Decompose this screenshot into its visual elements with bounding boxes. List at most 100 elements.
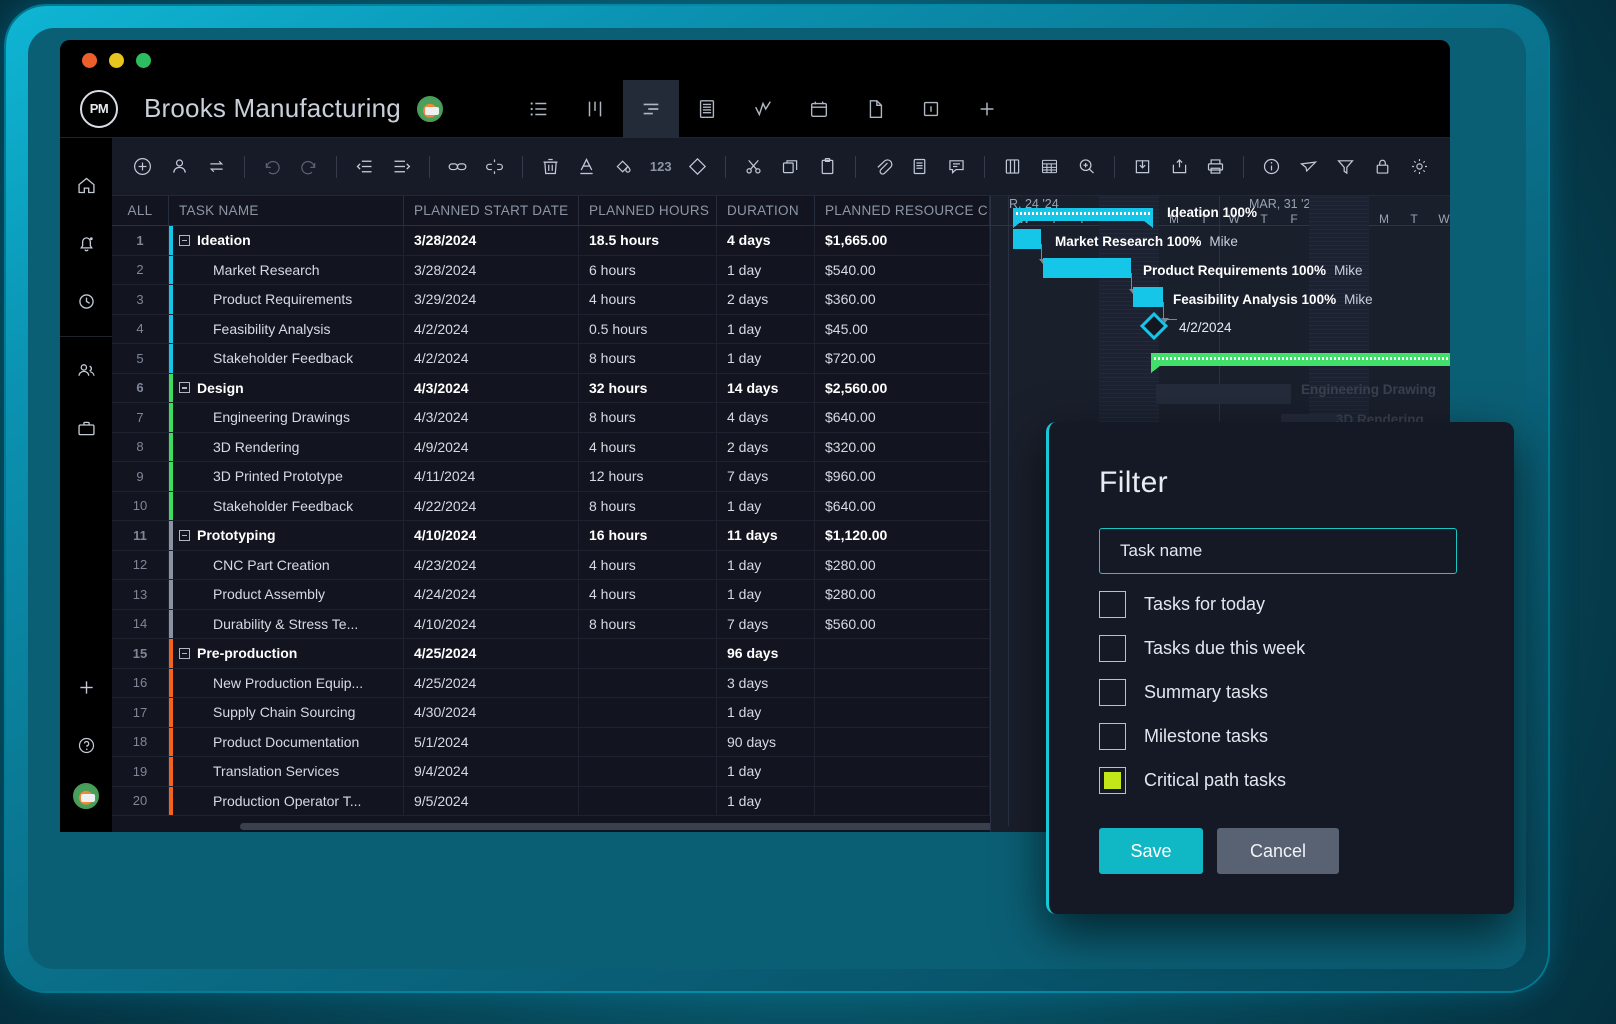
delete-button[interactable] — [535, 147, 566, 187]
text-format-button[interactable] — [572, 147, 603, 187]
cell-planned-resource-cost[interactable] — [815, 786, 990, 815]
tab-overview[interactable] — [903, 80, 959, 138]
minimize-button[interactable] — [109, 52, 124, 68]
column-header-planned-start-date[interactable]: PLANNED START DATE — [404, 196, 579, 225]
cell-planned-resource-cost[interactable]: $320.00 — [815, 432, 990, 461]
cell-task-name[interactable]: Design — [169, 373, 404, 402]
gantt-task-bar[interactable] — [1156, 384, 1291, 404]
cell-planned-start-date[interactable]: 4/22/2024 — [404, 491, 579, 520]
cell-planned-hours[interactable] — [579, 698, 717, 727]
cell-task-name[interactable]: Production Operator T... — [169, 786, 404, 815]
cell-task-name[interactable]: Pre-production — [169, 639, 404, 668]
cell-planned-hours[interactable]: 0.5 hours — [579, 314, 717, 343]
cell-duration[interactable]: 7 days — [717, 462, 815, 491]
cell-planned-hours[interactable]: 16 hours — [579, 521, 717, 550]
table-row[interactable]: 3 Product Requirements 3/29/2024 4 hours 2 d… — [112, 285, 990, 315]
tab-add-view[interactable] — [959, 80, 1015, 138]
cell-planned-resource-cost[interactable]: $280.00 — [815, 580, 990, 609]
filter-button[interactable] — [1330, 147, 1361, 187]
filter-checkbox-row[interactable]: Summary tasks — [1099, 679, 1464, 706]
tab-workload[interactable] — [735, 80, 791, 138]
horizontal-scrollbar[interactable] — [240, 823, 1120, 832]
checkbox[interactable] — [1099, 635, 1126, 662]
cell-planned-start-date[interactable]: 4/2/2024 — [404, 344, 579, 373]
cell-task-name[interactable]: 3D Printed Prototype — [169, 462, 404, 491]
cell-planned-resource-cost[interactable]: $960.00 — [815, 462, 990, 491]
save-button[interactable]: Save — [1099, 828, 1203, 874]
table-row[interactable]: 8 3D Rendering 4/9/2024 4 hours 2 days $320.0… — [112, 432, 990, 462]
table-row[interactable]: 18 Product Documentation 5/1/2024 90 days — [112, 727, 990, 757]
table-row[interactable]: 19 Translation Services 9/4/2024 1 day — [112, 757, 990, 787]
print-button[interactable] — [1201, 147, 1232, 187]
cell-planned-hours[interactable] — [579, 668, 717, 697]
cell-planned-hours[interactable]: 4 hours — [579, 285, 717, 314]
column-header-planned-resource-cost[interactable]: PLANNED RESOURCE C — [815, 196, 990, 225]
cell-planned-start-date[interactable]: 4/2/2024 — [404, 314, 579, 343]
cell-planned-resource-cost[interactable]: $360.00 — [815, 285, 990, 314]
cell-task-name[interactable]: 3D Rendering — [169, 432, 404, 461]
cell-duration[interactable]: 1 day — [717, 491, 815, 520]
cell-planned-resource-cost[interactable] — [815, 698, 990, 727]
cell-task-name[interactable]: CNC Part Creation — [169, 550, 404, 579]
sidebar-item-timesheets[interactable] — [60, 272, 112, 330]
cell-planned-hours[interactable] — [579, 786, 717, 815]
cell-duration[interactable]: 1 day — [717, 550, 815, 579]
table-row[interactable]: 20 Production Operator T... 9/5/2024 1 day — [112, 786, 990, 816]
cell-task-name[interactable]: Product Requirements — [169, 285, 404, 314]
gantt-summary-bar[interactable] — [1151, 353, 1450, 373]
avatar[interactable] — [416, 95, 443, 122]
checkbox[interactable] — [1099, 591, 1126, 618]
redo-button[interactable] — [293, 147, 324, 187]
undo-button[interactable] — [257, 147, 288, 187]
zoom-in-button[interactable] — [1071, 147, 1102, 187]
cell-task-name[interactable]: Prototyping — [169, 521, 404, 550]
comment-button[interactable] — [941, 147, 972, 187]
filter-checkbox-row[interactable]: Milestone tasks — [1099, 723, 1464, 750]
number-format-button[interactable]: 123 — [645, 147, 676, 187]
checkbox[interactable] — [1099, 723, 1126, 750]
sidebar-item-add[interactable] — [60, 658, 112, 716]
cell-planned-hours[interactable]: 8 hours — [579, 344, 717, 373]
convert-task-button[interactable] — [201, 147, 232, 187]
cell-planned-start-date[interactable]: 4/30/2024 — [404, 698, 579, 727]
cell-duration[interactable]: 4 days — [717, 403, 815, 432]
gantt-summary-bar[interactable] — [1013, 208, 1153, 228]
copy-button[interactable] — [775, 147, 806, 187]
cell-planned-hours[interactable]: 6 hours — [579, 255, 717, 284]
table-row[interactable]: 6 Design 4/3/2024 32 hours 14 days $2,560.00 — [112, 373, 990, 403]
outdent-button[interactable] — [349, 147, 380, 187]
fill-color-button[interactable] — [608, 147, 639, 187]
cell-planned-start-date[interactable]: 4/11/2024 — [404, 462, 579, 491]
table-row[interactable]: 16 New Production Equip... 4/25/2024 3 days — [112, 668, 990, 698]
cell-duration[interactable]: 1 day — [717, 255, 815, 284]
filter-checkbox-row[interactable]: Critical path tasks — [1099, 767, 1464, 794]
cell-duration[interactable]: 2 days — [717, 285, 815, 314]
cell-planned-resource-cost[interactable]: $560.00 — [815, 609, 990, 638]
cell-planned-start-date[interactable]: 3/28/2024 — [404, 226, 579, 255]
cell-duration[interactable]: 4 days — [717, 226, 815, 255]
table-row[interactable]: 4 Feasibility Analysis 4/2/2024 0.5 hours 1 … — [112, 314, 990, 344]
filter-checkbox-row[interactable]: Tasks due this week — [1099, 635, 1464, 662]
cell-planned-resource-cost[interactable] — [815, 639, 990, 668]
table-row[interactable]: 11 Prototyping 4/10/2024 16 hours 11 days $1,… — [112, 521, 990, 551]
cell-duration[interactable]: 96 days — [717, 639, 815, 668]
milestone-button[interactable] — [682, 147, 713, 187]
tab-board[interactable] — [567, 80, 623, 138]
import-button[interactable] — [1127, 147, 1158, 187]
cell-planned-resource-cost[interactable]: $2,560.00 — [815, 373, 990, 402]
cell-task-name[interactable]: Product Documentation — [169, 727, 404, 756]
add-task-button[interactable] — [127, 147, 158, 187]
filter-checkbox-row[interactable]: Tasks for today — [1099, 591, 1464, 618]
cell-planned-start-date[interactable]: 4/3/2024 — [404, 373, 579, 402]
cell-planned-hours[interactable]: 4 hours — [579, 580, 717, 609]
sidebar-item-home[interactable] — [60, 156, 112, 214]
cell-planned-start-date[interactable]: 4/10/2024 — [404, 521, 579, 550]
cell-duration[interactable]: 1 day — [717, 580, 815, 609]
cell-task-name[interactable]: Feasibility Analysis — [169, 314, 404, 343]
cell-duration[interactable]: 2 days — [717, 432, 815, 461]
task-name-input[interactable] — [1099, 528, 1457, 574]
unlink-tasks-button[interactable] — [479, 147, 510, 187]
cell-task-name[interactable]: Product Assembly — [169, 580, 404, 609]
table-row[interactable]: 9 3D Printed Prototype 4/11/2024 12 hours 7 … — [112, 462, 990, 492]
table-row[interactable]: 5 Stakeholder Feedback 4/2/2024 8 hours 1 da… — [112, 344, 990, 374]
